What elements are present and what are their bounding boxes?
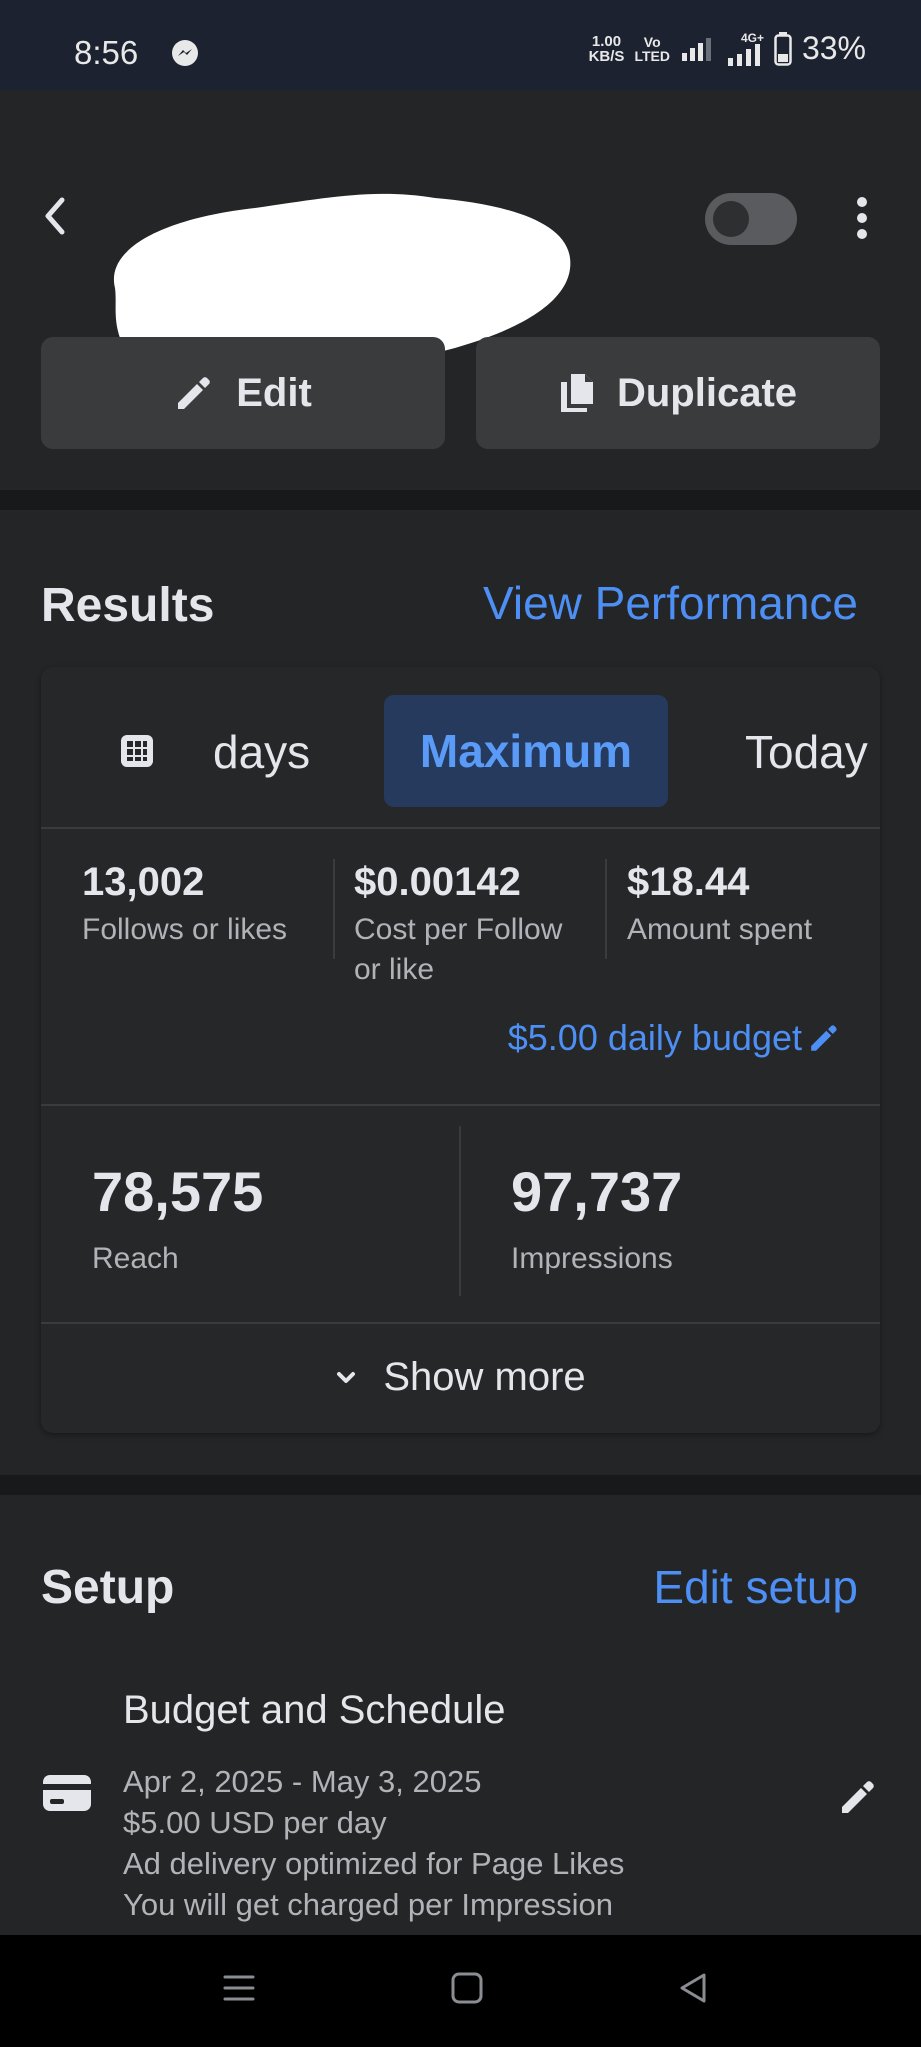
messenger-icon <box>172 40 198 66</box>
budget-schedule-item[interactable]: Budget and Schedule Apr 2, 2025 - May 3,… <box>0 1670 921 1935</box>
credit-card-icon <box>43 1775 91 1811</box>
reach-value: 78,575 <box>92 1160 264 1223</box>
metric-separator <box>333 859 335 959</box>
tab-today[interactable]: Today <box>745 725 868 779</box>
show-more-label: Show more <box>383 1355 586 1399</box>
network-speed-value: 1.00 <box>591 32 622 50</box>
section-divider <box>0 1475 921 1495</box>
network-type: 4G+ <box>726 32 764 66</box>
network-speed-unit: KB/S <box>588 47 625 65</box>
cost-value: $0.00142 <box>354 860 521 904</box>
delivery-optimization: Ad delivery optimized for Page Likes <box>123 1846 625 1881</box>
metric-follows: 13,002 Follows or likes <box>82 860 287 950</box>
reach-impressions-row: 78,575 Reach 97,737 Impressions <box>41 1104 880 1324</box>
cost-label: Cost per Follow or like <box>354 910 562 990</box>
impressions-value: 97,737 <box>511 1160 683 1223</box>
system-nav-bar <box>0 1935 921 2047</box>
back-triangle-icon[interactable] <box>676 1971 710 2005</box>
tab-maximum[interactable]: Maximum <box>384 695 668 807</box>
amount-spent-label: Amount spent <box>627 913 813 946</box>
daily-budget-label: $5.00 daily budget <box>507 1017 802 1058</box>
edit-setup-link[interactable]: Edit setup <box>653 1560 858 1614</box>
metric-impressions: 97,737 Impressions <box>511 1162 682 1276</box>
metric-separator <box>605 859 607 959</box>
show-more-button[interactable]: Show more <box>41 1322 880 1433</box>
schedule-dates: Apr 2, 2025 - May 3, 2025 <box>123 1764 482 1799</box>
duplicate-label: Duplicate <box>616 370 798 415</box>
ad-status-toggle[interactable] <box>705 193 797 245</box>
metric-separator <box>459 1126 461 1296</box>
view-performance-link[interactable]: View Performance <box>483 576 858 630</box>
toggle-knob <box>713 201 749 237</box>
date-range-tabs: days Maximum Today <box>41 667 880 829</box>
metric-cost-per-follow: $0.00142 Cost per Follow or like <box>354 860 562 990</box>
cost-label-line1: Cost per Follow <box>354 913 563 946</box>
follows-label: Follows or likes <box>82 913 288 946</box>
volte-bottom: LTED <box>634 47 670 64</box>
follows-value: 13,002 <box>82 860 205 904</box>
network-speed: 1.00 KB/S <box>589 34 625 64</box>
chevron-down-icon <box>337 1371 356 1383</box>
back-arrow-icon[interactable] <box>42 196 68 236</box>
network-type-label: 4G+ <box>740 30 764 45</box>
daily-budget-link[interactable]: $5.00 daily budget <box>508 1017 840 1059</box>
section-divider <box>0 490 921 510</box>
battery-percent: 33% <box>801 30 866 66</box>
results-title: Results <box>41 579 215 632</box>
signal-icon <box>681 37 711 61</box>
impressions-label: Impressions <box>511 1242 673 1275</box>
edit-button[interactable]: Edit <box>41 337 445 449</box>
pencil-icon[interactable] <box>838 1777 878 1817</box>
pencil-icon <box>811 1025 837 1051</box>
amount-spent-value: $18.44 <box>627 860 750 904</box>
pencil-icon <box>178 377 210 409</box>
status-bar: 8:56 1.00 KB/S Vo LTED 4G+ 33% <box>0 0 921 90</box>
duplicate-icon <box>560 374 593 412</box>
volte-indicator: Vo LTED <box>634 35 670 63</box>
volte-top: Vo <box>643 33 661 50</box>
cost-label-line2: or like <box>354 953 435 986</box>
calendar-grid-icon[interactable] <box>119 733 155 769</box>
tab-days[interactable]: days <box>213 725 310 779</box>
setup-title: Setup <box>41 1561 175 1614</box>
duplicate-button[interactable]: Duplicate <box>476 337 880 449</box>
charging-method: You will get charged per Impression <box>123 1887 613 1922</box>
status-indicators: 1.00 KB/S Vo LTED 4G+ 33% <box>589 30 866 67</box>
menu-icon[interactable] <box>222 1971 256 2005</box>
results-card: days Maximum Today 13,002 Follows or lik… <box>41 667 880 1433</box>
reach-label: Reach <box>92 1242 179 1275</box>
more-options-icon[interactable] <box>855 196 869 240</box>
signal-icon-2 <box>727 43 760 66</box>
battery-icon <box>774 31 792 66</box>
metric-reach: 78,575 Reach <box>92 1162 263 1276</box>
budget-amount: $5.00 USD per day <box>123 1805 387 1840</box>
status-time: 8:56 <box>74 34 139 71</box>
budget-schedule-heading: Budget and Schedule <box>123 1688 506 1732</box>
metric-amount-spent: $18.44 Amount spent <box>627 860 812 950</box>
edit-label: Edit <box>236 370 312 415</box>
home-icon[interactable] <box>450 1971 484 2005</box>
